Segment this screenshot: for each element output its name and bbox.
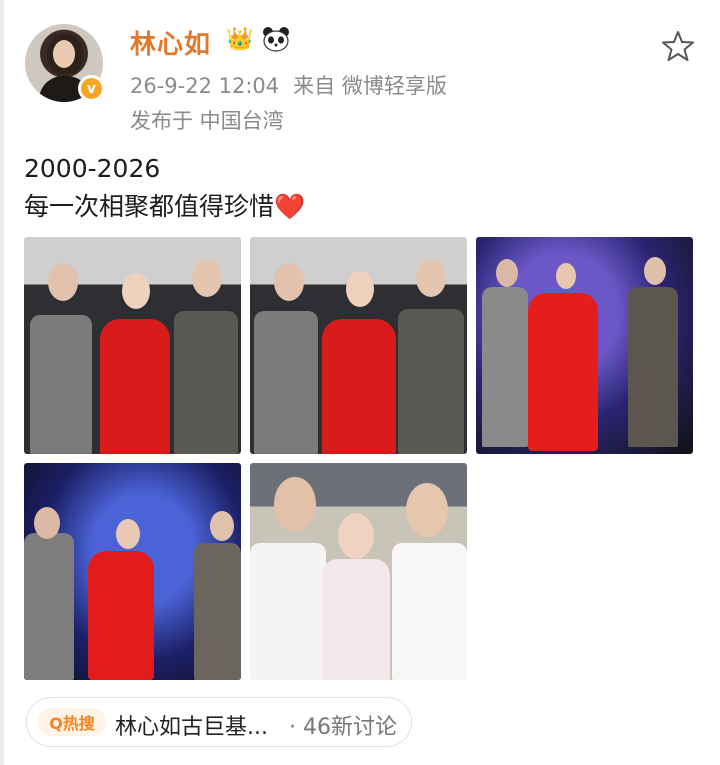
username[interactable]: 林心如: [130, 24, 211, 61]
hot-topic-chip[interactable]: Q热搜 林心如古巨基... · 46新讨论: [26, 697, 412, 747]
left-edge: [0, 0, 4, 765]
post-text: 2000-2026 每一次相聚都值得珍惜❤️: [24, 150, 305, 226]
post-meta: 26-9-22 12:04 来自 微博轻享版: [130, 70, 461, 100]
weibo-post: v 林心如 👑 26-9-22 12:04 来自 微博轻享版 发布于 中国台湾 2…: [0, 0, 720, 765]
photo-5[interactable]: [250, 463, 467, 680]
photo-4[interactable]: [24, 463, 241, 680]
photo-2[interactable]: [250, 237, 467, 454]
star-icon[interactable]: [660, 28, 696, 64]
hot-search-badge: Q热搜: [38, 708, 106, 736]
heart-icon: ❤️: [274, 192, 306, 221]
post-text-line-2: 每一次相聚都值得珍惜❤️: [24, 192, 306, 221]
panda-icon: [263, 27, 289, 52]
photo-1[interactable]: [24, 237, 241, 454]
timestamp: 26-9-22 12:04: [130, 74, 280, 98]
photo-3[interactable]: [476, 237, 693, 454]
crown-icon: 👑: [226, 27, 254, 52]
verified-badge-icon: v: [78, 75, 105, 102]
post-source: 来自 微博轻享版: [293, 74, 447, 98]
post-location: 发布于 中国台湾: [130, 109, 284, 133]
post-text-line-1: 2000-2026: [24, 154, 161, 183]
topic-title: 林心如古巨基...: [115, 715, 268, 740]
topic-discussion-count: · 46新讨论: [289, 715, 397, 740]
